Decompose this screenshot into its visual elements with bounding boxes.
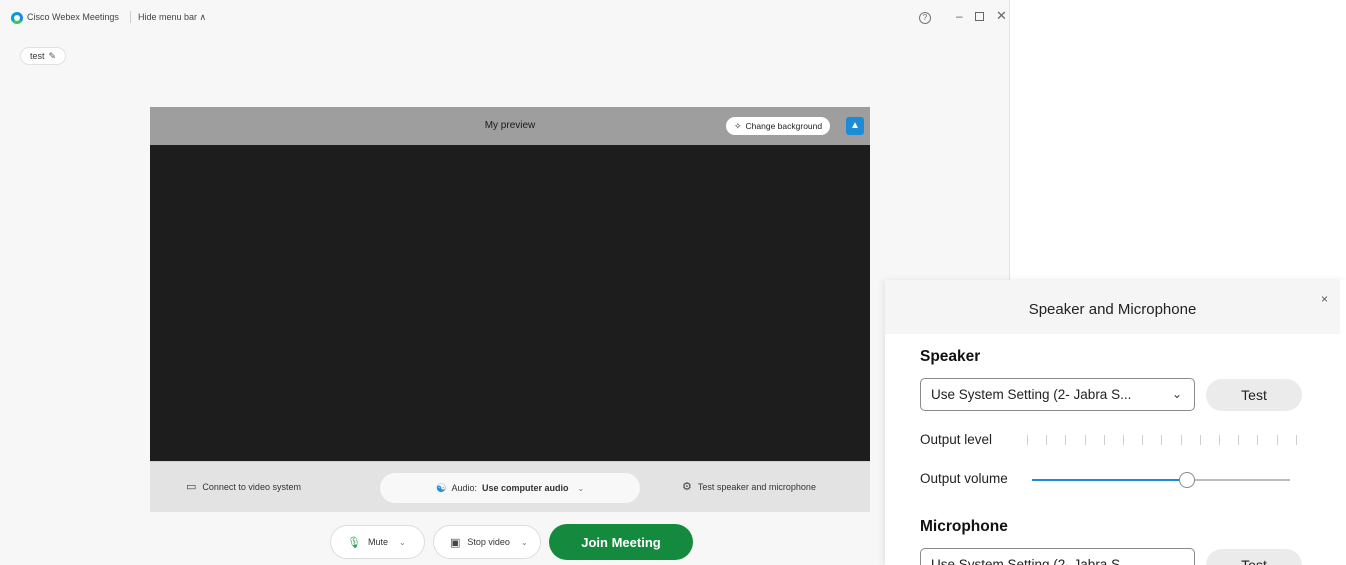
output-volume-label: Output volume — [920, 471, 1008, 486]
chevron-down-icon: ⌄ — [1171, 387, 1182, 401]
audio-prefix: Audio: — [451, 483, 478, 493]
speaker-device-select[interactable]: Use System Setting (2- Jabra S... ⌄ — [920, 378, 1195, 411]
connect-video-system-button[interactable]: ▭ Connect to video system — [186, 480, 301, 493]
speaker-microphone-dialog: Speaker and Microphone × Speaker Use Sys… — [885, 280, 1346, 565]
level-tick — [1027, 435, 1028, 445]
pencil-icon[interactable]: ✎ — [49, 48, 57, 64]
output-level-meter — [1027, 435, 1297, 447]
level-tick — [1161, 435, 1163, 445]
microphone-device-value: Use System Setting (2- Jabra S... — [931, 557, 1132, 565]
audio-value: Use computer audio — [482, 483, 569, 493]
change-background-label: Change background — [745, 121, 823, 131]
meeting-name-pill[interactable]: test ✎ — [20, 47, 67, 65]
chevron-down-icon: ⌄ — [1171, 557, 1182, 565]
gear-icon: ⚙ — [682, 481, 692, 493]
self-video-area — [150, 145, 870, 461]
level-tick — [1238, 435, 1240, 445]
minimize-icon[interactable]: – — [956, 9, 963, 23]
output-volume-slider[interactable] — [1032, 472, 1290, 488]
background-effects-icon: ✧ — [734, 121, 742, 131]
microphone-icon: 🎙 — [347, 536, 361, 549]
level-tick — [1199, 435, 1201, 445]
app-title: Cisco Webex Meetings — [27, 12, 119, 22]
webex-main-window: Cisco Webex Meetings Hide menu bar ∧ ? –… — [0, 0, 1010, 565]
level-tick — [1257, 435, 1259, 445]
hide-menu-bar-button[interactable]: Hide menu bar ∧ — [138, 12, 206, 23]
connect-video-label: Connect to video system — [202, 481, 301, 492]
level-tick — [1180, 435, 1182, 445]
meeting-name: test — [30, 51, 45, 61]
close-icon[interactable]: ✕ — [996, 9, 1007, 23]
level-tick — [1142, 435, 1144, 445]
video-preview-panel: My preview ✧ Change background ▲ ▭ Conne… — [150, 107, 870, 512]
level-tick — [1295, 435, 1297, 445]
dialog-title: Speaker and Microphone — [1028, 301, 1197, 318]
microphone-heading: Microphone — [920, 518, 1008, 535]
speaker-test-button[interactable]: Test — [1206, 379, 1302, 411]
output-level-label: Output level — [920, 432, 993, 447]
title-separator — [130, 11, 131, 23]
webex-logo-icon — [11, 12, 23, 24]
level-tick — [1123, 435, 1125, 445]
chevron-down-icon[interactable]: ⌄ — [399, 538, 406, 547]
cast-icon: ▭ — [186, 481, 197, 493]
speaker-device-value: Use System Setting (2- Jabra S... — [931, 387, 1132, 402]
microphone-test-button[interactable]: Test — [1206, 549, 1302, 565]
preview-header: My preview ✧ Change background ▲ — [150, 107, 870, 145]
change-background-button[interactable]: ✧ Change background — [726, 117, 831, 135]
headset-icon: ☯ — [435, 481, 447, 495]
level-tick — [1065, 435, 1067, 445]
stop-video-label: Stop video — [467, 537, 510, 547]
preview-footer: ▭ Connect to video system ☯ Audio: Use c… — [150, 461, 870, 512]
level-tick — [1084, 435, 1086, 445]
test-speaker-label: Test speaker and microphone — [697, 481, 816, 492]
mute-label: Mute — [367, 537, 388, 547]
join-meeting-button[interactable]: Join Meeting — [549, 524, 693, 560]
test-speaker-mic-button[interactable]: ⚙ Test speaker and microphone — [682, 480, 816, 493]
slider-thumb[interactable] — [1178, 472, 1195, 488]
audio-connection-select[interactable]: ☯ Audio: Use computer audio ⌄ — [380, 473, 640, 503]
maximize-icon[interactable] — [975, 12, 984, 21]
level-tick — [1046, 435, 1048, 445]
chevron-down-icon[interactable]: ⌄ — [521, 538, 528, 547]
level-tick — [1103, 435, 1105, 445]
level-tick — [1219, 435, 1221, 445]
chevron-up-icon[interactable]: ▲ — [846, 117, 864, 135]
mute-button[interactable]: 🎙 Mute ⌄ — [330, 525, 425, 559]
video-camera-icon: ▣ — [450, 536, 461, 549]
level-tick — [1276, 435, 1278, 445]
help-icon[interactable]: ? — [919, 12, 931, 24]
chevron-down-icon: ⌄ — [577, 483, 585, 493]
stop-video-button[interactable]: ▣ Stop video ⌄ — [433, 525, 541, 559]
microphone-device-select[interactable]: Use System Setting (2- Jabra S... ⌄ — [920, 548, 1195, 565]
close-icon[interactable]: × — [1321, 292, 1328, 306]
speaker-heading: Speaker — [920, 348, 981, 365]
meeting-controls: 🎙 Mute ⌄ ▣ Stop video ⌄ Join Meeting — [330, 524, 693, 560]
title-bar: Cisco Webex Meetings Hide menu bar ∧ ? –… — [0, 0, 1010, 34]
slider-fill — [1032, 479, 1187, 481]
dialog-header: Speaker and Microphone — [885, 280, 1340, 334]
